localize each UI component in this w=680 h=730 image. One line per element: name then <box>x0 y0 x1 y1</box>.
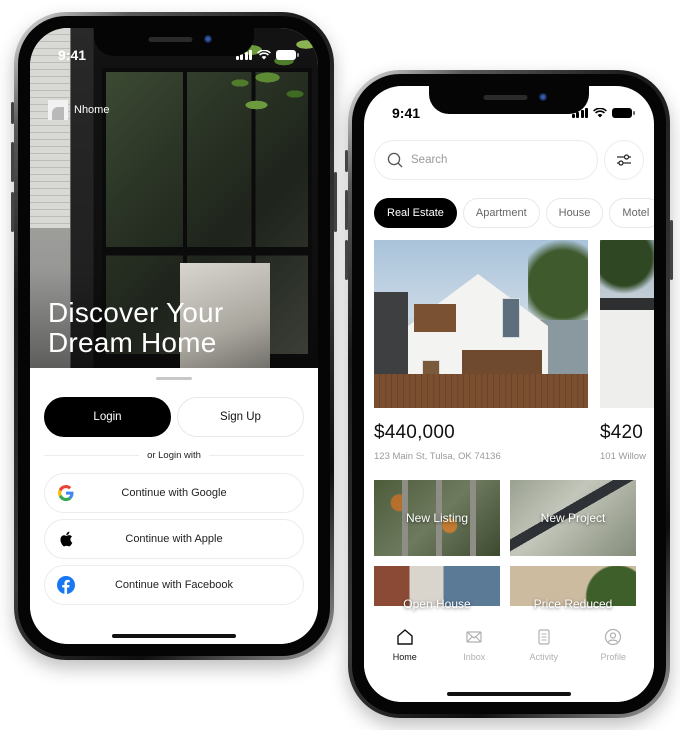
phone-bezel: 9:41 Search Real Estate Apartment House … <box>352 74 666 714</box>
search-placeholder: Search <box>411 154 448 166</box>
home-indicator[interactable] <box>112 634 236 638</box>
tile-label: New Project <box>540 511 606 525</box>
login-button[interactable]: Login <box>44 397 171 437</box>
google-button-label: Continue with Google <box>121 487 227 499</box>
listing-carousel[interactable]: $440,000 123 Main St, Tulsa, OK 74136 $4… <box>374 240 654 462</box>
tile-new-project[interactable]: New Project <box>510 480 636 556</box>
apple-icon <box>57 530 75 548</box>
volume-up-button <box>345 190 348 230</box>
clipboard-list-icon <box>538 629 550 645</box>
hero-title-line-2: Dream Home <box>48 327 217 358</box>
listing-address: 123 Main St, Tulsa, OK 74136 <box>374 451 501 462</box>
filter-button[interactable] <box>604 140 644 180</box>
front-camera <box>204 35 212 43</box>
category-chips: Real Estate Apartment House Motel <box>374 198 654 228</box>
brand: Nhome <box>48 100 109 120</box>
mail-icon <box>466 631 482 643</box>
auth-sheet: Login Sign Up or Login with Continue wit… <box>30 368 318 644</box>
home-indicator[interactable] <box>447 692 571 696</box>
volume-down-button <box>345 240 348 280</box>
front-camera <box>539 93 547 101</box>
listing-price: $440,000 <box>374 422 455 443</box>
user-circle-icon <box>605 628 622 646</box>
signup-button[interactable]: Sign Up <box>177 397 304 437</box>
sheet-grabber[interactable] <box>156 377 192 380</box>
phone-bezel: 9:41 Nhome Discover Your Dream Home Logi… <box>18 16 330 656</box>
tile-label: Price Reduced <box>533 597 613 611</box>
tab-label: Inbox <box>463 652 486 662</box>
tab-inbox[interactable]: Inbox <box>444 628 504 702</box>
notch <box>94 28 254 56</box>
tab-label: Activity <box>529 652 558 662</box>
battery-icon <box>612 108 635 118</box>
battery-icon <box>276 50 299 60</box>
facebook-icon <box>57 576 75 594</box>
tab-home[interactable]: Home <box>375 628 435 702</box>
phone-home-mockup: 9:41 Search Real Estate Apartment House … <box>345 70 673 718</box>
house-logo-icon <box>48 100 68 120</box>
home-screen: 9:41 Search Real Estate Apartment House … <box>364 86 654 702</box>
hero-title-line-1: Discover Your <box>48 297 224 328</box>
volume-up-button <box>11 142 14 182</box>
chip-motel[interactable]: Motel <box>609 198 654 228</box>
listing-photo <box>374 240 588 408</box>
listing-address: 101 Willow <box>600 451 646 462</box>
hero-title: Discover Your Dream Home <box>48 298 223 358</box>
facebook-button-label: Continue with Facebook <box>114 579 233 591</box>
volume-down-button <box>11 192 14 232</box>
tab-label: Home <box>392 652 417 662</box>
brand-name: Nhome <box>74 104 110 116</box>
status-time: 9:41 <box>58 47 87 63</box>
power-button <box>334 172 337 232</box>
status-time: 9:41 <box>392 105 421 121</box>
mute-switch <box>11 102 14 124</box>
bottom-tab-bar: Home Inbox Activity Profile <box>364 606 654 702</box>
power-button <box>670 220 673 280</box>
tile-label: New Listing <box>405 511 469 525</box>
tile-label: Open House <box>403 597 471 611</box>
chip-house[interactable]: House <box>545 198 604 228</box>
phone-login-mockup: 9:41 Nhome Discover Your Dream Home Logi… <box>11 12 337 660</box>
apple-button-label: Continue with Apple <box>125 533 223 545</box>
wifi-icon <box>593 108 607 118</box>
search-input[interactable]: Search <box>374 140 598 180</box>
or-divider: or Login with <box>44 450 304 461</box>
sliders-icon <box>617 154 631 166</box>
continue-with-google-button[interactable]: Continue with Google <box>44 473 304 513</box>
continue-with-facebook-button[interactable]: Continue with Facebook <box>44 565 304 605</box>
login-screen: 9:41 Nhome Discover Your Dream Home Logi… <box>30 28 318 644</box>
listing-photo <box>600 240 654 408</box>
tile-new-listing[interactable]: New Listing <box>374 480 500 556</box>
notch <box>429 86 589 114</box>
search-icon <box>387 152 403 168</box>
search-row: Search <box>374 140 644 180</box>
chip-apartment[interactable]: Apartment <box>462 198 540 228</box>
chip-real-estate[interactable]: Real Estate <box>374 198 457 228</box>
listing-card[interactable]: $440,000 123 Main St, Tulsa, OK 74136 <box>374 240 588 462</box>
listing-price: $420 <box>600 422 644 443</box>
tab-profile[interactable]: Profile <box>583 628 643 702</box>
wifi-icon <box>257 50 271 60</box>
tab-activity[interactable]: Activity <box>514 628 574 702</box>
google-icon <box>57 484 75 502</box>
tab-label: Profile <box>600 652 626 662</box>
mute-switch <box>345 150 348 172</box>
home-icon <box>397 629 413 645</box>
continue-with-apple-button[interactable]: Continue with Apple <box>44 519 304 559</box>
listing-card[interactable]: $420 101 Willow <box>600 240 654 462</box>
divider-text: or Login with <box>147 450 201 461</box>
